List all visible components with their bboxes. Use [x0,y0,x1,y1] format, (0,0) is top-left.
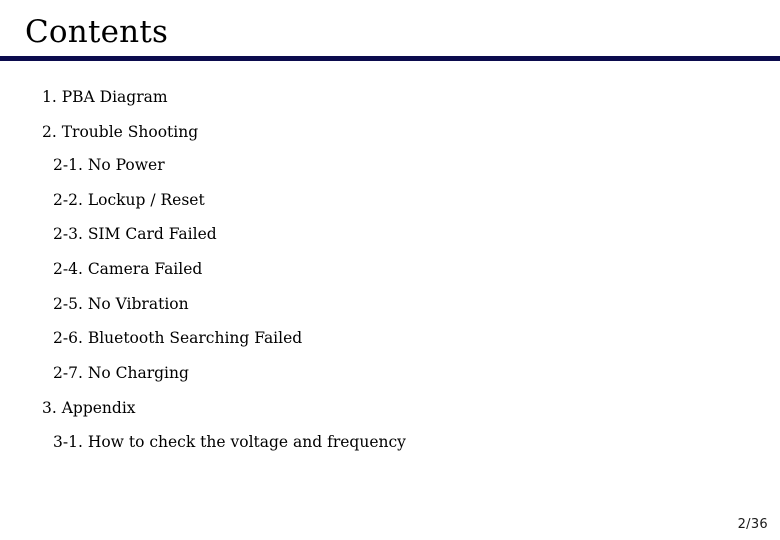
title-divider-rule [0,56,780,61]
toc-entry[interactable]: 3-1. How to check the voltage and freque… [53,433,406,451]
page-title: Contents [25,14,169,50]
toc-entry[interactable]: 3. Appendix [42,399,136,417]
toc-entry[interactable]: 2-7. No Charging [53,364,189,382]
toc-entry[interactable]: 2-4. Camera Failed [53,260,202,278]
toc-entry[interactable]: 2-2. Lockup / Reset [53,191,205,209]
title-block: Contents [0,0,780,62]
toc-entry[interactable]: 2-6. Bluetooth Searching Failed [53,329,302,347]
toc-entry[interactable]: 2. Trouble Shooting [42,123,198,141]
toc-entry[interactable]: 2-3. SIM Card Failed [53,225,217,243]
toc-entry[interactable]: 1. PBA Diagram [42,88,168,106]
toc-entry[interactable]: 2-5. No Vibration [53,295,189,313]
page-number-indicator: 2/36 [737,517,768,532]
slide-canvas: Contents 1. PBA Diagram 2. Trouble Shooti… [0,0,780,540]
toc-entry[interactable]: 2-1. No Power [53,156,165,174]
